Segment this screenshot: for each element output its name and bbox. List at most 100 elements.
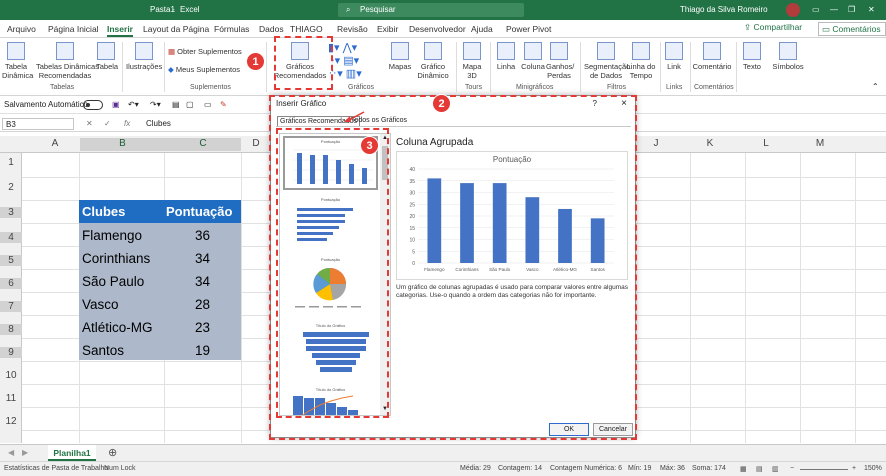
table-button[interactable]: Tabela bbox=[96, 42, 118, 71]
row-header[interactable]: 1 bbox=[0, 157, 22, 168]
sparkline-winloss-button[interactable]: Ganhos/ Perdas bbox=[546, 42, 574, 80]
table-cell-points[interactable]: 28 bbox=[195, 297, 210, 312]
table-cell-points[interactable]: 19 bbox=[195, 343, 210, 358]
table-cell-club[interactable]: São Paulo bbox=[82, 274, 144, 289]
table-cell-club[interactable]: Corinthians bbox=[82, 251, 150, 266]
col-header-j[interactable]: J bbox=[636, 138, 676, 149]
col-header-d[interactable]: D bbox=[241, 138, 271, 149]
add-sheet-icon[interactable]: ⊕ bbox=[108, 446, 117, 459]
prev-sheet-icon[interactable]: ◀ bbox=[8, 448, 14, 457]
combo-chart-icon[interactable]: ▥▾ bbox=[346, 68, 362, 80]
line-chart-icon[interactable]: ⋀▾ bbox=[343, 42, 358, 54]
zoom-level[interactable]: 150% bbox=[864, 465, 882, 472]
comment-insert-button[interactable]: Comentário bbox=[692, 42, 732, 71]
pivot-table-button[interactable]: Tabela Dinâmica bbox=[2, 42, 33, 80]
minimize-icon[interactable]: — bbox=[830, 5, 838, 14]
row-header[interactable]: 9 bbox=[0, 347, 22, 358]
open-icon[interactable]: ▢ bbox=[186, 100, 194, 109]
tab-layout[interactable]: Layout da Página bbox=[143, 24, 209, 34]
row-header[interactable]: 4 bbox=[0, 232, 22, 243]
collapse-ribbon-icon[interactable]: ⌃ bbox=[872, 82, 879, 91]
tab-formulas[interactable]: Fórmulas bbox=[214, 24, 249, 34]
row-header[interactable]: 5 bbox=[0, 255, 22, 266]
link-button[interactable]: Link bbox=[664, 42, 684, 71]
redo-icon[interactable]: ↷▾ bbox=[150, 100, 161, 109]
tab-revisao[interactable]: Revisão bbox=[337, 24, 368, 34]
formula-input[interactable]: Clubes bbox=[146, 119, 171, 128]
3d-map-button[interactable]: Mapa 3D bbox=[460, 42, 484, 80]
row-header[interactable]: 10 bbox=[0, 370, 22, 381]
close-window-icon[interactable]: ✕ bbox=[868, 5, 875, 14]
col-header-m[interactable]: M bbox=[800, 138, 840, 149]
table-header-pontuacao[interactable]: Pontuação bbox=[166, 204, 232, 219]
table-cell-points[interactable]: 34 bbox=[195, 251, 210, 266]
chart-type-buttons[interactable]: ▮▾ ⋀▾ ◔▾ ▤▾ ⁘▾ ▥▾ bbox=[328, 42, 364, 81]
row-header[interactable]: 6 bbox=[0, 278, 22, 289]
user-avatar[interactable] bbox=[786, 3, 800, 17]
tab-arquivo[interactable]: Arquivo bbox=[7, 24, 36, 34]
maps-button[interactable]: Mapas bbox=[386, 42, 414, 71]
col-header-l[interactable]: L bbox=[746, 138, 786, 149]
maximize-icon[interactable]: ❐ bbox=[848, 5, 855, 14]
table-cell-club[interactable]: Vasco bbox=[82, 297, 119, 312]
table-cell-points[interactable]: 34 bbox=[195, 274, 210, 289]
next-sheet-icon[interactable]: ▶ bbox=[22, 448, 28, 457]
save-icon[interactable]: ▣ bbox=[112, 100, 120, 109]
sparkline-line-button[interactable]: Linha bbox=[494, 42, 518, 71]
search-box[interactable]: ⌕ Pesquisar bbox=[338, 3, 524, 17]
data-table[interactable]: Clubes Pontuação Flamengo 36 Corinthians… bbox=[79, 200, 241, 360]
table-cell-points[interactable]: 36 bbox=[195, 228, 210, 243]
zoom-out-icon[interactable]: − bbox=[790, 465, 794, 472]
name-box[interactable]: B3 bbox=[2, 118, 74, 130]
tab-thiago[interactable]: THIAGO bbox=[290, 24, 323, 34]
row-header[interactable]: 11 bbox=[0, 393, 22, 404]
print-preview-icon[interactable]: ▤ bbox=[172, 100, 180, 109]
my-addins-button[interactable]: ◆ Meus Suplementos bbox=[168, 65, 248, 74]
workbook-stats[interactable]: Estatísticas de Pasta de Trabalho bbox=[4, 465, 108, 472]
col-header-a[interactable]: A bbox=[30, 138, 80, 149]
tab-inserir[interactable]: Inserir bbox=[107, 24, 133, 37]
format-painter-icon[interactable]: ✎ bbox=[220, 100, 227, 109]
page-layout-icon[interactable]: ▤ bbox=[756, 465, 763, 473]
table-header-clubes[interactable]: Clubes bbox=[82, 204, 125, 219]
tab-power-pivot[interactable]: Power Pivot bbox=[506, 24, 551, 34]
col-header-k[interactable]: K bbox=[690, 138, 730, 149]
get-addins-button[interactable]: ▦ Obter Suplementos bbox=[168, 47, 248, 56]
undo-icon[interactable]: ↶▾ bbox=[128, 100, 139, 109]
bar-chart-icon[interactable]: ▤▾ bbox=[343, 55, 359, 67]
confirm-formula-icon[interactable]: ✓ bbox=[104, 119, 111, 128]
row-header[interactable]: 3 bbox=[0, 207, 22, 218]
new-icon[interactable]: ▭ bbox=[204, 100, 212, 109]
comments-button[interactable]: ▭ Comentários bbox=[818, 22, 886, 36]
tab-exibir[interactable]: Exibir bbox=[377, 24, 398, 34]
slicer-button[interactable]: Segmentação de Dados bbox=[584, 42, 630, 80]
share-button[interactable]: ⇪ Compartilhar bbox=[744, 22, 814, 36]
page-break-icon[interactable]: ▥ bbox=[772, 465, 779, 473]
cancel-formula-icon[interactable]: ✕ bbox=[86, 119, 93, 128]
normal-view-icon[interactable]: ▦ bbox=[740, 465, 747, 473]
zoom-in-icon[interactable]: + bbox=[852, 465, 856, 472]
sparkline-column-button[interactable]: Coluna bbox=[520, 42, 546, 71]
tab-pagina-inicial[interactable]: Página Inicial bbox=[48, 24, 99, 34]
text-button[interactable]: Texto bbox=[740, 42, 764, 71]
zoom-slider[interactable] bbox=[800, 469, 848, 470]
col-header-b[interactable]: B bbox=[80, 138, 165, 151]
recommended-pivot-button[interactable]: Tabelas Dinâmicas Recomendadas bbox=[36, 42, 99, 80]
illustrations-button[interactable]: Ilustrações bbox=[126, 42, 162, 71]
sheet-tab-planilha1[interactable]: Planilha1 bbox=[48, 445, 96, 461]
row-header[interactable]: 7 bbox=[0, 301, 22, 312]
timeline-button[interactable]: Linha do Tempo bbox=[626, 42, 656, 80]
tab-desenvolvedor[interactable]: Desenvolvedor bbox=[409, 24, 466, 34]
autosave-toggle[interactable] bbox=[83, 100, 103, 110]
col-header-c[interactable]: C bbox=[165, 138, 241, 151]
row-header[interactable]: 2 bbox=[0, 182, 22, 193]
tab-ajuda[interactable]: Ajuda bbox=[471, 24, 493, 34]
row-header[interactable]: 8 bbox=[0, 324, 22, 335]
table-cell-club[interactable]: Flamengo bbox=[82, 228, 142, 243]
ribbon-display-icon[interactable]: ▭ bbox=[812, 5, 820, 14]
function-icon[interactable]: fx bbox=[124, 119, 130, 128]
table-cell-club[interactable]: Atlético-MG bbox=[82, 320, 153, 335]
symbols-button[interactable]: Símbolos bbox=[770, 42, 806, 71]
table-cell-points[interactable]: 23 bbox=[195, 320, 210, 335]
pivot-chart-button[interactable]: Gráfico Dinâmico bbox=[416, 42, 450, 80]
